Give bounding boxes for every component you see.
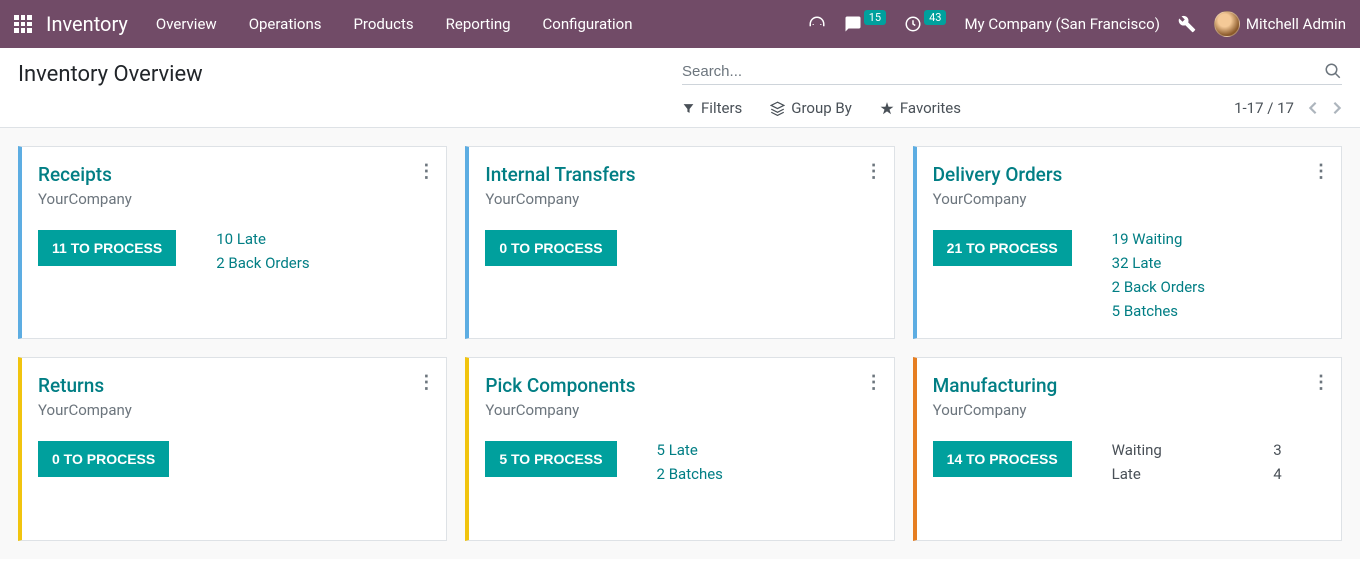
apps-icon[interactable] [14,15,32,33]
card-menu-icon[interactable]: ⋮ [417,161,434,182]
user-menu[interactable]: Mitchell Admin [1214,11,1346,37]
avatar [1214,11,1240,37]
process-button[interactable]: 5 TO PROCESS [485,441,616,477]
pager-prev-icon[interactable] [1308,101,1318,115]
card-stat-link[interactable]: 10 Late [216,230,309,248]
nav-configuration[interactable]: Configuration [543,15,633,33]
card-stats: 5 Late 2 Batches [657,441,723,483]
card-menu-icon[interactable]: ⋮ [417,372,434,393]
card-title[interactable]: Delivery Orders [933,163,1323,186]
nav-products[interactable]: Products [353,15,413,33]
kanban-card[interactable]: ⋮ Receipts YourCompany 11 TO PROCESS 10 … [18,146,447,339]
card-menu-icon[interactable]: ⋮ [1312,161,1329,182]
activities-badge: 43 [924,10,946,25]
card-stat-row[interactable]: Late4 [1112,465,1282,483]
card-stat-link[interactable]: 5 Batches [1112,302,1205,320]
card-subtitle: YourCompany [933,190,1323,208]
card-stat-link[interactable]: 2 Back Orders [216,254,309,272]
kanban-card[interactable]: ⋮ Manufacturing YourCompany 14 TO PROCES… [913,357,1342,541]
voip-icon[interactable] [808,15,826,33]
card-stats: Waiting3 Late4 [1112,441,1282,483]
card-menu-icon[interactable]: ⋮ [1312,372,1329,393]
card-subtitle: YourCompany [933,401,1323,419]
favorites-button[interactable]: Favorites [880,99,961,117]
pager-next-icon[interactable] [1332,101,1342,115]
process-button[interactable]: 14 TO PROCESS [933,441,1072,477]
search-box[interactable] [682,62,1342,85]
kanban-board: ⋮ Receipts YourCompany 11 TO PROCESS 10 … [0,128,1360,559]
card-subtitle: YourCompany [485,190,875,208]
filters-button[interactable]: Filters [682,99,742,117]
process-button[interactable]: 11 TO PROCESS [38,230,176,266]
kanban-card[interactable]: ⋮ Delivery Orders YourCompany 21 TO PROC… [913,146,1342,339]
card-stats: 19 Waiting 32 Late 2 Back Orders 5 Batches [1112,230,1205,320]
messages-badge: 15 [864,10,886,25]
card-stat-link[interactable]: 2 Batches [657,465,723,483]
card-title[interactable]: Manufacturing [933,374,1323,397]
nav-menu: Overview Operations Products Reporting C… [156,15,633,33]
card-menu-icon[interactable]: ⋮ [865,372,882,393]
search-icon[interactable] [1324,62,1342,80]
card-title[interactable]: Returns [38,374,428,397]
card-stat-link[interactable]: 19 Waiting [1112,230,1205,248]
kanban-card[interactable]: ⋮ Internal Transfers YourCompany 0 TO PR… [465,146,894,339]
process-button[interactable]: 0 TO PROCESS [38,441,169,477]
top-navbar: Inventory Overview Operations Products R… [0,0,1360,48]
app-brand[interactable]: Inventory [46,12,128,36]
activities-icon[interactable]: 43 [904,15,946,33]
pager-text[interactable]: 1-17 / 17 [1234,99,1294,117]
nav-operations[interactable]: Operations [249,15,322,33]
card-subtitle: YourCompany [38,190,428,208]
control-panel: Inventory Overview Filters Group By Favo… [0,48,1360,128]
card-stats: 10 Late 2 Back Orders [216,230,309,272]
user-name: Mitchell Admin [1246,15,1346,33]
card-stat-row[interactable]: Waiting3 [1112,441,1282,459]
kanban-card[interactable]: ⋮ Returns YourCompany 0 TO PROCESS [18,357,447,541]
process-button[interactable]: 0 TO PROCESS [485,230,616,266]
messages-icon[interactable]: 15 [844,15,886,33]
card-title[interactable]: Receipts [38,163,428,186]
nav-reporting[interactable]: Reporting [446,15,511,33]
groupby-button[interactable]: Group By [770,99,852,117]
card-title[interactable]: Pick Components [485,374,875,397]
page-title: Inventory Overview [18,62,203,87]
card-subtitle: YourCompany [38,401,428,419]
company-selector[interactable]: My Company (San Francisco) [964,15,1159,33]
kanban-card[interactable]: ⋮ Pick Components YourCompany 5 TO PROCE… [465,357,894,541]
card-title[interactable]: Internal Transfers [485,163,875,186]
card-menu-icon[interactable]: ⋮ [865,161,882,182]
search-input[interactable] [682,63,1324,80]
nav-overview[interactable]: Overview [156,15,217,33]
card-stat-link[interactable]: 32 Late [1112,254,1205,272]
tools-icon[interactable] [1178,15,1196,33]
card-subtitle: YourCompany [485,401,875,419]
card-stat-link[interactable]: 5 Late [657,441,723,459]
process-button[interactable]: 21 TO PROCESS [933,230,1072,266]
card-stat-link[interactable]: 2 Back Orders [1112,278,1205,296]
